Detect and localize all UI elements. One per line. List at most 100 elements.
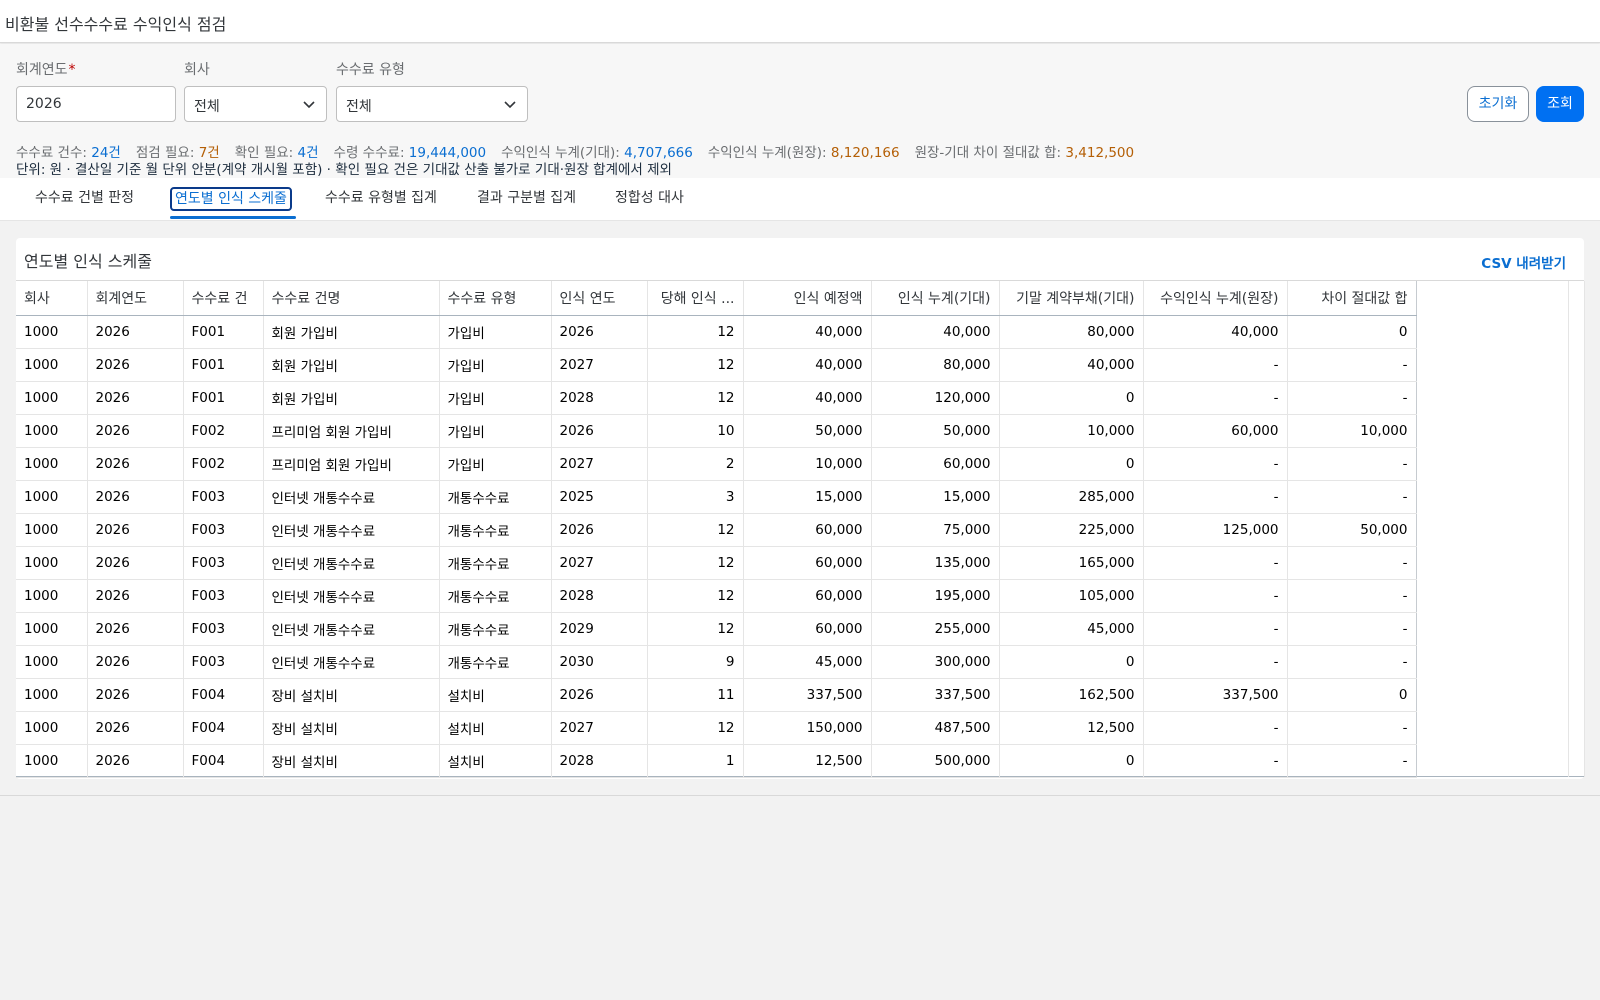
column-header[interactable]: 회계연도 — [87, 281, 184, 316]
table-cell: 회원 가입비 — [263, 348, 440, 382]
tab-reconciliation[interactable]: 정합성 대사 — [612, 187, 687, 211]
table-row[interactable]: 1000 2026 F003 인터넷 개통수수료 개통수수료 2027 12 60,000 13… — [16, 546, 1585, 580]
table-cell: 487,500 — [871, 711, 1000, 745]
table-cell: 45,000 — [743, 645, 872, 679]
tab-fee-judgement[interactable]: 수수료 건별 판정 — [32, 187, 137, 211]
table-cell: 1000 — [16, 744, 88, 778]
table-cell: 2026 — [87, 744, 184, 778]
table-cell: F001 — [183, 315, 264, 349]
table-header-row: 회사 회계연도 수수료 건 수수료 건명 수수료 유형 인식 연도 당해 인식 … — [16, 281, 1585, 316]
table-cell: 2026 — [87, 447, 184, 481]
filler-cell — [1416, 480, 1569, 513]
table-cell: 40,000 — [999, 348, 1144, 382]
table-cell: 15,000 — [871, 480, 1000, 514]
table-cell: 60,000 — [743, 513, 872, 547]
table-cell: 9 — [647, 645, 744, 679]
scrollbar-column[interactable] — [1568, 281, 1585, 315]
company-select[interactable]: 전체 — [184, 86, 327, 122]
scrollbar-cell — [1568, 546, 1585, 579]
column-header[interactable]: 수수료 건명 — [263, 281, 440, 316]
table-row[interactable]: 1000 2026 F001 회원 가입비 가입비 2027 12 40,000 80,000 4… — [16, 348, 1585, 382]
table-cell: 1000 — [16, 348, 88, 382]
table-cell: 12,500 — [999, 711, 1144, 745]
table-cell: 설치비 — [439, 744, 552, 778]
table-cell: F003 — [183, 480, 264, 514]
table-cell: 1000 — [16, 612, 88, 646]
table-cell: 2028 — [551, 579, 648, 613]
column-header[interactable]: 인식 누계(기대) — [871, 281, 1000, 316]
table-row[interactable]: 1000 2026 F003 인터넷 개통수수료 개통수수료 2028 12 60,000 19… — [16, 579, 1585, 613]
csv-download-link[interactable]: CSV 내려받기 — [1481, 252, 1566, 272]
table-row[interactable]: 1000 2026 F003 인터넷 개통수수료 개통수수료 2025 3 15,000 15,… — [16, 480, 1585, 514]
table-row[interactable]: 1000 2026 F004 장비 설치비 설치비 2026 11 337,500 337,50… — [16, 678, 1585, 712]
column-header[interactable]: 당해 인식 ... — [647, 281, 744, 316]
table-row[interactable]: 1000 2026 F003 인터넷 개통수수료 개통수수료 2029 12 60,000 25… — [16, 612, 1585, 646]
table-row[interactable]: 1000 2026 F002 프리미엄 회원 가입비 가입비 2026 10 50,000 50… — [16, 414, 1585, 448]
table-cell: 135,000 — [871, 546, 1000, 580]
table-cell: - — [1287, 447, 1417, 481]
table-cell: 2026 — [551, 414, 648, 448]
active-tab-indicator — [170, 216, 296, 219]
filler-cell — [1416, 348, 1569, 381]
table-cell: 10 — [647, 414, 744, 448]
table-cell: 1000 — [16, 414, 88, 448]
table-cell: 개통수수료 — [439, 579, 552, 613]
table-cell: - — [1143, 447, 1288, 481]
table-row[interactable]: 1000 2026 F001 회원 가입비 가입비 2028 12 40,000 120,000… — [16, 381, 1585, 415]
table-cell: 40,000 — [871, 315, 1000, 349]
column-header[interactable]: 회사 — [16, 281, 88, 316]
column-header[interactable]: 수수료 건 — [183, 281, 264, 316]
table-cell: 0 — [1287, 678, 1417, 712]
filler-cell — [1416, 744, 1569, 777]
tab-fee-type-summary[interactable]: 수수료 유형별 집계 — [322, 187, 440, 211]
table-cell: - — [1287, 546, 1417, 580]
table-row[interactable]: 1000 2026 F003 인터넷 개통수수료 개통수수료 2026 12 60,000 75… — [16, 513, 1585, 547]
scrollbar-cell — [1568, 447, 1585, 480]
table-cell: - — [1143, 744, 1288, 778]
scrollbar-cell — [1568, 711, 1585, 744]
search-button[interactable]: 조회 — [1536, 86, 1584, 122]
table-cell: 60,000 — [871, 447, 1000, 481]
table-cell: 40,000 — [743, 381, 872, 415]
filler-cell — [1416, 546, 1569, 579]
table-cell: 인터넷 개통수수료 — [263, 513, 440, 547]
table-cell: 285,000 — [999, 480, 1144, 514]
table-row[interactable]: 1000 2026 F002 프리미엄 회원 가입비 가입비 2027 2 10,000 60,… — [16, 447, 1585, 481]
table-cell: 가입비 — [439, 447, 552, 481]
column-header[interactable]: 인식 예정액 — [743, 281, 872, 316]
table-row[interactable]: 1000 2026 F004 장비 설치비 설치비 2028 1 12,500 500,000 0… — [16, 744, 1585, 778]
column-header[interactable]: 차이 절대값 합 — [1287, 281, 1417, 316]
fee-type-select[interactable]: 전체 — [336, 86, 528, 122]
table-cell: 인터넷 개통수수료 — [263, 546, 440, 580]
table-cell: 2029 — [551, 612, 648, 646]
table-cell: 2026 — [87, 678, 184, 712]
column-header[interactable]: 인식 연도 — [551, 281, 648, 316]
table-cell: - — [1143, 348, 1288, 382]
table-cell: 2026 — [551, 315, 648, 349]
table-row[interactable]: 1000 2026 F001 회원 가입비 가입비 2026 12 40,000 40,000 8… — [16, 315, 1585, 349]
fiscal-year-input[interactable]: 2026 — [16, 86, 176, 122]
column-header[interactable]: 수익인식 누계(원장) — [1143, 281, 1288, 316]
column-header[interactable]: 수수료 유형 — [439, 281, 552, 316]
table-row[interactable]: 1000 2026 F004 장비 설치비 설치비 2027 12 150,000 487,50… — [16, 711, 1585, 745]
tab-result-summary[interactable]: 결과 구분별 집계 — [474, 187, 579, 211]
table-cell: 500,000 — [871, 744, 1000, 778]
table-cell: 개통수수료 — [439, 546, 552, 580]
table-cell: F003 — [183, 645, 264, 679]
column-header[interactable]: 기말 계약부채(기대) — [999, 281, 1144, 316]
tab-yearly-schedule[interactable]: 연도별 인식 스케줄 — [170, 187, 292, 211]
reset-button[interactable]: 초기화 — [1467, 86, 1529, 122]
table-cell: 60,000 — [743, 546, 872, 580]
diff-value: 3,412,500 — [1065, 145, 1135, 161]
table-row[interactable]: 1000 2026 F003 인터넷 개통수수료 개통수수료 2030 9 45,000 300… — [16, 645, 1585, 679]
table-cell: 0 — [999, 744, 1144, 778]
filler-cell — [1416, 711, 1569, 744]
table-cell: 10,000 — [743, 447, 872, 481]
table-cell: 1000 — [16, 480, 88, 514]
table-cell: 2026 — [87, 348, 184, 382]
table-cell: 1000 — [16, 546, 88, 580]
panel-title: 연도별 인식 스케줄 — [24, 252, 152, 271]
table-cell: - — [1143, 546, 1288, 580]
table-cell: 2026 — [87, 381, 184, 415]
diff-label: 원장-기대 차이 절대값 합: — [914, 145, 1062, 161]
